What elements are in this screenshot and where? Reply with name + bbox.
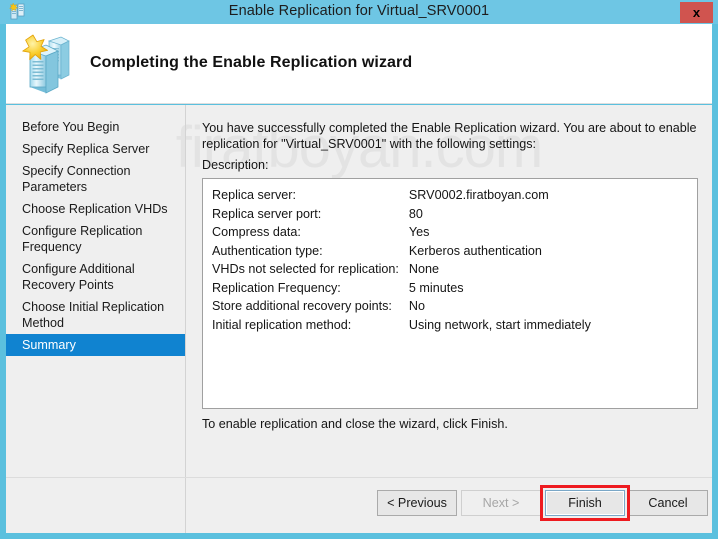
detail-value: 5 minutes xyxy=(408,280,464,295)
sidebar-item-choose-initial-replication-method[interactable]: Choose Initial Replication Method xyxy=(6,296,185,334)
table-row: Replica server port: 80 xyxy=(212,205,591,224)
detail-key: Store additional recovery points: xyxy=(212,299,392,313)
close-icon[interactable]: x xyxy=(680,2,713,23)
table-row: Store additional recovery points: No xyxy=(212,297,591,316)
sidebar-item-label: Choose Replication VHDs xyxy=(22,202,168,216)
footnote-text: To enable replication and close the wiza… xyxy=(202,417,508,431)
detail-key: VHDs not selected for replication: xyxy=(212,262,399,276)
wizard-content: You have successfully completed the Enab… xyxy=(187,105,712,533)
sidebar-item-label: Specify Connection Parameters xyxy=(22,164,131,194)
detail-value: SRV0002.firatboyan.com xyxy=(408,188,549,202)
detail-value: Using network, start immediately xyxy=(408,317,591,332)
sidebar-item-label: Specify Replica Server xyxy=(22,142,150,156)
summary-details-table: Replica server: SRV0002.firatboyan.com R… xyxy=(212,186,591,334)
description-label: Description: xyxy=(202,158,269,172)
wizard-steps-sidebar: Before You Begin Specify Replica Server … xyxy=(6,105,186,533)
detail-key: Replica server port: xyxy=(212,206,322,221)
sidebar-item-label: Before You Begin xyxy=(22,120,120,134)
detail-key: Replication Frequency: xyxy=(212,280,341,295)
wizard-button-bar: < Previous Next > Finish Cancel xyxy=(6,477,712,533)
sidebar-item-specify-connection-parameters[interactable]: Specify Connection Parameters xyxy=(6,160,185,198)
summary-details-box: Replica server: SRV0002.firatboyan.com R… xyxy=(202,178,698,409)
sidebar-item-configure-additional-recovery-points[interactable]: Configure Additional Recovery Points xyxy=(6,258,185,296)
sidebar-item-configure-replication-frequency[interactable]: Configure Replication Frequency xyxy=(6,220,185,258)
detail-value: Yes xyxy=(408,225,430,239)
title-bar: Enable Replication for Virtual_SRV0001 x xyxy=(0,0,718,24)
detail-key: Initial replication method: xyxy=(212,317,352,332)
table-row: Authentication type: Kerberos authentica… xyxy=(212,242,591,261)
sidebar-item-specify-replica-server[interactable]: Specify Replica Server xyxy=(6,138,185,160)
sidebar-item-label: Choose Initial Replication Method xyxy=(22,300,165,330)
sidebar-item-label: Configure Replication Frequency xyxy=(22,224,143,254)
step-list: Before You Begin Specify Replica Server … xyxy=(6,105,185,356)
intro-paragraph: You have successfully completed the Enab… xyxy=(202,121,697,151)
window-title: Enable Replication for Virtual_SRV0001 xyxy=(228,3,490,19)
wizard-header: Completing the Enable Replication wizard xyxy=(6,24,712,104)
next-button: Next > xyxy=(461,490,541,516)
detail-value: None xyxy=(408,262,440,276)
servers-with-star-icon xyxy=(16,31,82,97)
table-row: Compress data: Yes xyxy=(212,223,591,242)
window-frame-bottom xyxy=(0,533,718,539)
previous-button[interactable]: < Previous xyxy=(377,490,457,516)
detail-value: 80 xyxy=(408,206,423,221)
window-frame-right xyxy=(712,24,718,533)
wizard-window: Enable Replication for Virtual_SRV0001 x xyxy=(0,0,718,539)
sidebar-item-before-you-begin[interactable]: Before You Begin xyxy=(6,116,185,138)
wizard-body: firatboyan.com Before You Begin Specify … xyxy=(6,105,712,533)
table-row: Initial replication method: Using networ… xyxy=(212,316,591,335)
detail-value: Kerberos authentication xyxy=(408,243,542,258)
sidebar-item-label: Configure Additional Recovery Points xyxy=(22,262,135,292)
table-row: Replica server: SRV0002.firatboyan.com xyxy=(212,186,591,205)
detail-key: Replica server: xyxy=(212,188,296,202)
sidebar-item-summary[interactable]: Summary xyxy=(6,334,185,356)
sidebar-item-label: Summary xyxy=(22,338,76,352)
detail-value: No xyxy=(408,299,426,313)
cancel-button[interactable]: Cancel xyxy=(628,490,708,516)
sidebar-item-choose-replication-vhds[interactable]: Choose Replication VHDs xyxy=(6,198,185,220)
detail-key: Authentication type: xyxy=(212,243,323,258)
detail-key: Compress data: xyxy=(212,225,301,239)
page-title: Completing the Enable Replication wizard xyxy=(90,54,413,71)
table-row: VHDs not selected for replication: None xyxy=(212,260,591,279)
finish-button[interactable]: Finish xyxy=(545,490,625,516)
table-row: Replication Frequency: 5 minutes xyxy=(212,279,591,298)
